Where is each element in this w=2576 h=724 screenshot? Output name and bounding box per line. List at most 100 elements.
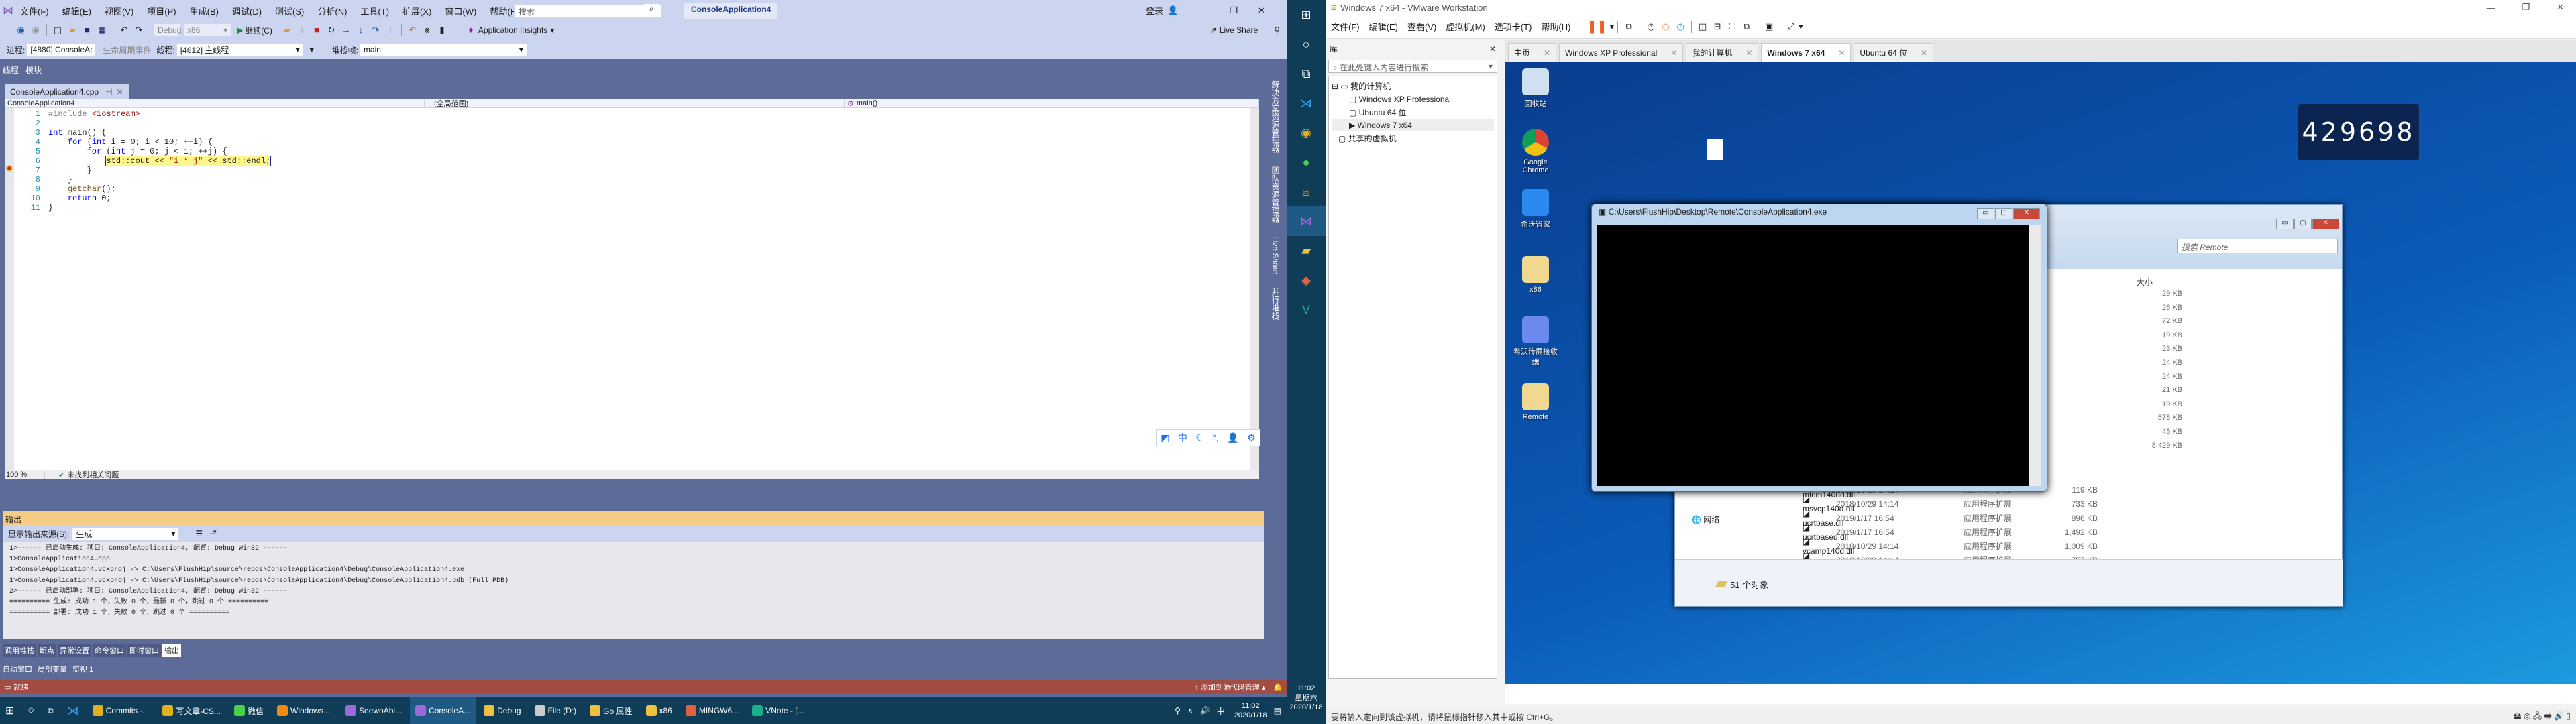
tree-vm-winxp[interactable]: ▢ Windows XP Professional xyxy=(1332,93,1494,105)
menu-item[interactable]: 项目(P) xyxy=(147,5,176,17)
ime-indicator[interactable]: 中 xyxy=(1217,705,1225,717)
column-header-size[interactable]: 大小 xyxy=(2137,276,2153,288)
ime-punctuation-icon[interactable]: °, xyxy=(1212,432,1219,443)
zoom-select[interactable]: 100 % xyxy=(5,471,45,479)
desktop-icon-remote[interactable]: Remote xyxy=(1512,383,1559,421)
vm-tab[interactable]: 我的计算机 ✕ xyxy=(1686,43,1759,62)
menu-item[interactable]: 扩展(X) xyxy=(402,5,431,17)
menu-item[interactable]: 测试(S) xyxy=(275,5,304,17)
explorer-search-input[interactable]: 搜索 Remote xyxy=(2177,239,2338,253)
close-tab-icon[interactable]: ✕ xyxy=(1921,48,1927,58)
cortana-button-2[interactable]: ○ xyxy=(1287,29,1326,59)
explorer-close-button[interactable]: ✕ xyxy=(2312,219,2339,229)
platform-select[interactable]: x86 ▾ xyxy=(183,23,231,37)
taskbar-app[interactable]: ConsoleA... xyxy=(410,697,476,724)
unity-icon[interactable]: ⧉ xyxy=(1741,21,1752,32)
side-tab[interactable]: 团队资源管理器 xyxy=(1271,166,1280,223)
editor-vertical-scrollbar[interactable] xyxy=(1250,108,1259,470)
vmware-menu-item[interactable]: 查看(V) xyxy=(1407,20,1436,33)
close-tab-icon[interactable]: ✕ xyxy=(1746,48,1752,58)
snapshot-manager-icon[interactable]: ◷ xyxy=(1675,21,1686,32)
menu-item[interactable]: 编辑(E) xyxy=(62,5,91,17)
vmw-close-button[interactable]: ✕ xyxy=(2557,2,2564,13)
pause-vm-icon[interactable]: ❚❚ xyxy=(1587,19,1607,34)
step-out-icon[interactable]: ↑ xyxy=(385,25,396,36)
ime-user-icon[interactable]: 👤 xyxy=(1227,432,1238,444)
revert-snapshot-icon[interactable]: ◷ xyxy=(1660,21,1671,32)
document-tab[interactable]: ConsoleApplication4.cpp ⊣ ✕ xyxy=(5,84,129,99)
process-select[interactable]: [4880] ConsoleApplication4.exe xyxy=(26,43,97,56)
desktop-icon-seewo-manager[interactable]: 希沃管家 xyxy=(1512,189,1559,229)
undo-icon[interactable]: ↶ xyxy=(119,25,129,36)
restart-icon[interactable]: ↻ xyxy=(326,25,337,36)
new-project-icon[interactable]: ▢ xyxy=(52,25,63,36)
menu-item[interactable]: 调试(D) xyxy=(232,5,262,17)
console-minimize-button[interactable]: ▭ xyxy=(1977,208,1994,219)
hot-reload-icon[interactable]: ↶ xyxy=(407,25,418,36)
desktop-icon-recycle-bin[interactable]: 回收站 xyxy=(1512,68,1559,109)
vmware-menu-item[interactable]: 编辑(E) xyxy=(1369,20,1398,33)
config-select[interactable]: Debug xyxy=(154,23,181,37)
explorer-maximize-button[interactable]: ▢ xyxy=(2294,219,2312,229)
hex-icon[interactable]: ⨳ xyxy=(422,25,433,36)
thumbnail-bar-icon[interactable]: ⊟ xyxy=(1712,21,1723,32)
guest-desktop[interactable]: 回收站 Google Chrome 希沃管家 x86 希沃传屏接收端 Remot… xyxy=(1505,62,2576,684)
explorer-minimize-button[interactable]: ▭ xyxy=(2276,219,2294,229)
breakpoint-current-icon[interactable] xyxy=(6,165,13,172)
output-source-select[interactable]: 生成 ▾ xyxy=(72,527,180,540)
find-icon[interactable]: ▰ xyxy=(282,25,292,36)
vmware-menu-item[interactable]: 虚拟机(M) xyxy=(1446,20,1485,33)
taskbar-app[interactable]: File (D:) xyxy=(529,697,582,724)
people-icon[interactable]: ⚲ xyxy=(1175,706,1181,715)
side-tab[interactable]: 并行堆栈 xyxy=(1271,288,1280,320)
visual-studio-icon[interactable]: ⋈ xyxy=(1287,206,1326,236)
output-text[interactable]: 1>------ 已启动生成: 项目: ConsoleApplication4,… xyxy=(3,542,1264,620)
taskbar-app[interactable]: SeewoAbi... xyxy=(340,697,407,724)
vm-tab[interactable]: Windows XP Professional ✕ xyxy=(1559,43,1684,62)
taskbar-app[interactable]: MINGW6... xyxy=(680,697,744,724)
vs-search-input[interactable]: 搜索 xyxy=(514,4,661,17)
stretch-icon[interactable]: ⤢ xyxy=(1786,21,1796,32)
feedback-icon[interactable]: ⚲ xyxy=(1274,25,1280,35)
project-dropdown[interactable]: ConsoleApplication4 xyxy=(5,99,425,108)
forward-icon[interactable]: ◉ xyxy=(30,25,41,36)
taskbar-app[interactable]: Commits ·... xyxy=(87,697,155,724)
desktop-file-icon[interactable] xyxy=(1707,139,1723,160)
filter-icon[interactable]: ▼ xyxy=(308,45,316,54)
desktop-icon-x86[interactable]: x86 xyxy=(1512,256,1559,294)
console-maximize-button[interactable]: ▢ xyxy=(1995,208,2012,219)
device-icons[interactable]: 🖴 ◎ 🖧 🖶 🔊 ▯ xyxy=(2513,710,2571,724)
step-into-icon[interactable]: ↓ xyxy=(356,25,366,36)
vmware-menu-item[interactable]: 帮助(H) xyxy=(1541,20,1570,33)
vmware-icon[interactable]: ⧈ xyxy=(1287,177,1326,206)
taskbar-clock[interactable]: 11:02 2020/1/18 xyxy=(1234,701,1267,720)
ime-logo-icon[interactable]: ◩ xyxy=(1161,432,1169,444)
live-share-button[interactable]: ⇗ Live Share xyxy=(1210,25,1258,35)
menu-item[interactable]: 生成(B) xyxy=(190,5,219,17)
tree-vm-win7[interactable]: ▶ Windows 7 x64 xyxy=(1332,119,1494,131)
show-library-icon[interactable]: ◫ xyxy=(1697,21,1708,32)
save-icon[interactable]: ■ xyxy=(82,25,93,36)
bottom-tab[interactable]: 调用堆栈 xyxy=(3,644,36,657)
continue-button[interactable]: ▶ 继续(C) xyxy=(237,25,272,36)
task-view-button-2[interactable]: ⧉ xyxy=(1287,59,1326,88)
bookmark-icon[interactable]: ▮ xyxy=(437,25,447,36)
tree-shared-vms[interactable]: ▢ 共享的虚拟机 xyxy=(1332,131,1494,145)
close-tab-icon[interactable]: ✕ xyxy=(1670,48,1677,58)
action-center-icon[interactable]: ▤ xyxy=(1274,706,1281,715)
vnote-icon[interactable]: V xyxy=(1287,295,1326,324)
redo-icon[interactable]: ↷ xyxy=(133,25,144,36)
taskbar-app[interactable]: Windows ... xyxy=(272,697,337,724)
restore-button[interactable]: ❐ xyxy=(1230,5,1238,16)
bottom-tab-2[interactable]: 局部变量 xyxy=(38,664,67,674)
cortana-button[interactable]: ○ xyxy=(22,697,40,724)
menu-item[interactable]: 文件(F) xyxy=(20,5,49,17)
glyph-margin[interactable] xyxy=(5,108,14,470)
pin-icon[interactable]: ⊣ xyxy=(105,87,112,97)
bottom-tab-2[interactable]: 监视 1 xyxy=(72,664,93,674)
menu-item[interactable]: 分析(N) xyxy=(317,5,347,17)
console-view-icon[interactable]: ▣ xyxy=(1764,21,1774,32)
bottom-tab[interactable]: 即时窗口 xyxy=(127,644,161,657)
bottom-tab[interactable]: 断点 xyxy=(38,644,56,657)
show-next-statement-icon[interactable]: → xyxy=(341,25,352,36)
